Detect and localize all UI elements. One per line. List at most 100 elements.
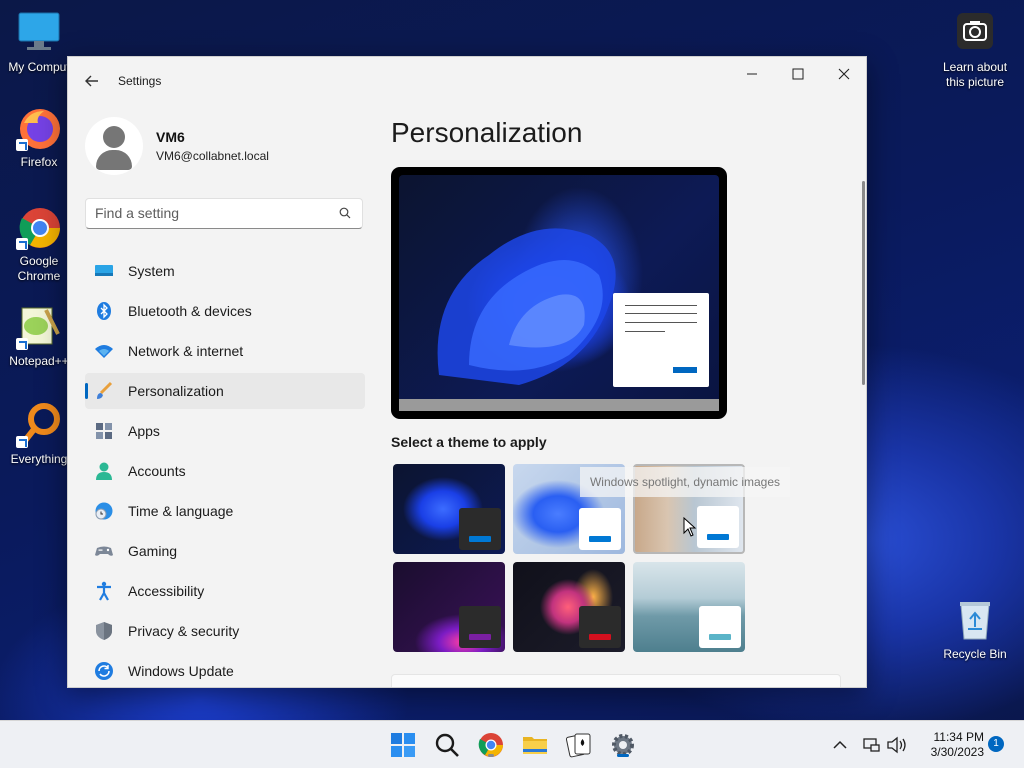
page-title: Personalization [391, 117, 583, 148]
start-button[interactable] [388, 730, 418, 760]
taskbar-clock[interactable]: 11:34 PM 3/30/2023 [918, 730, 984, 760]
sidebar-item-system[interactable]: System [85, 253, 365, 289]
avatar-body-icon [96, 150, 132, 170]
maximize-button[interactable] [775, 61, 821, 93]
sidebar-item-gaming[interactable]: Gaming [85, 533, 365, 569]
search-box[interactable] [85, 198, 363, 229]
show-hidden-icons-button[interactable] [830, 730, 850, 760]
preview-taskbar [399, 399, 719, 411]
theme-accent [469, 634, 491, 640]
sidebar-item-label: Accessibility [128, 583, 205, 599]
minimize-button[interactable] [729, 61, 775, 93]
camera-icon [952, 10, 998, 56]
monitor-icon [16, 10, 62, 56]
sidebar-item-privacy-security[interactable]: Privacy & security [85, 613, 365, 649]
volume-tray-button[interactable] [886, 730, 908, 760]
shortcut-arrow-icon [16, 338, 28, 350]
close-button[interactable] [821, 61, 866, 93]
theme-mini-window [579, 508, 621, 550]
shield-icon [96, 622, 112, 640]
sidebar-item-label: Privacy & security [128, 623, 240, 639]
taskbar-file-explorer-button[interactable] [520, 730, 550, 760]
notification-badge[interactable]: 1 [988, 736, 1004, 752]
sidebar-item-label: Personalization [128, 383, 224, 399]
sidebar-item-accessibility[interactable]: Accessibility [85, 573, 365, 609]
clock-time: 11:34 PM [933, 730, 984, 744]
theme-preview [391, 167, 727, 419]
recycle-bin-icon [952, 597, 998, 643]
wifi-icon [95, 345, 113, 358]
settings-window: Settings VM6 VM6@collabnet.local System … [67, 56, 867, 688]
running-indicator [488, 754, 494, 757]
title-bar[interactable]: Settings [68, 57, 866, 105]
sidebar-item-label: Time & language [128, 503, 234, 519]
theme-accent [709, 634, 731, 640]
folder-icon [523, 737, 547, 754]
sidebar-item-windows-update[interactable]: Windows Update [85, 653, 365, 687]
sidebar-item-time-language[interactable]: Time & language [85, 493, 365, 529]
taskbar-settings-button[interactable] [608, 730, 638, 760]
network-tray-button[interactable] [862, 730, 882, 760]
sidebar-item-label: Apps [128, 423, 160, 439]
sidebar-item-label: Accounts [128, 463, 186, 479]
theme-accent [707, 534, 729, 540]
sidebar-item-label: Bluetooth & devices [128, 303, 252, 319]
notepad-plus-plus-icon [16, 304, 62, 350]
taskbar-solitaire-button[interactable] [564, 730, 594, 760]
window-title: Settings [118, 74, 162, 88]
network-icon [863, 738, 880, 752]
sidebar-item-personalization[interactable]: Personalization [85, 373, 365, 409]
theme-mini-window [459, 508, 501, 550]
theme-captured-motion[interactable] [513, 562, 625, 652]
content-scrollbar[interactable] [862, 181, 865, 385]
avatar-head-icon [103, 126, 125, 148]
close-icon [838, 68, 850, 80]
desktop-icon-learn-about-picture[interactable]: Learn about this picture [936, 10, 1014, 90]
theme-accent [589, 536, 611, 542]
maximize-icon [792, 68, 804, 80]
sidebar-item-apps[interactable]: Apps [85, 413, 365, 449]
avatar[interactable] [85, 117, 143, 175]
theme-mini-window [459, 606, 501, 648]
sidebar-item-network[interactable]: Network & internet [85, 333, 365, 369]
preview-line [625, 313, 697, 314]
shortcut-arrow-icon [16, 238, 28, 250]
themes-section-label: Select a theme to apply [391, 434, 547, 450]
user-name: VM6 [156, 129, 185, 145]
theme-accent [469, 536, 491, 542]
preview-line [625, 331, 665, 332]
shortcut-arrow-icon [16, 139, 28, 151]
preview-line [625, 322, 697, 323]
theme-glow[interactable] [393, 562, 505, 652]
active-indicator [617, 754, 629, 757]
desktop-icon-recycle-bin[interactable]: Recycle Bin [936, 597, 1014, 662]
mouse-cursor-icon [683, 517, 697, 537]
sidebar-item-bluetooth[interactable]: Bluetooth & devices [85, 293, 365, 329]
sidebar-item-accounts[interactable]: Accounts [85, 453, 365, 489]
update-icon [95, 662, 113, 680]
taskbar: 11:34 PM 3/30/2023 [0, 720, 1024, 768]
chevron-up-icon [833, 740, 847, 749]
desktop-icon-label: Learn about this picture [942, 60, 1008, 89]
theme-tooltip: Windows spotlight, dynamic images [580, 467, 790, 497]
back-arrow-icon [85, 75, 98, 87]
windows-logo-icon [391, 733, 415, 757]
sidebar-item-label: Network & internet [128, 343, 244, 359]
taskbar-search-button[interactable] [432, 730, 462, 760]
search-input[interactable] [95, 205, 325, 221]
shortcut-arrow-icon [16, 436, 28, 448]
preview-window [613, 293, 709, 387]
theme-windows-dark[interactable] [393, 464, 505, 554]
settings-card[interactable] [391, 674, 841, 687]
back-button[interactable] [80, 69, 104, 93]
preview-accent-button [673, 367, 697, 373]
chrome-icon [16, 204, 62, 250]
theme-mini-window [699, 606, 741, 648]
taskbar-chrome-button[interactable] [476, 730, 506, 760]
theme-mini-window [579, 606, 621, 648]
sidebar-nav: System Bluetooth & devices Network & int… [85, 253, 365, 687]
apps-icon [96, 423, 112, 439]
accounts-icon [96, 462, 112, 480]
theme-flow[interactable] [633, 562, 745, 652]
theme-mini-window [697, 506, 739, 548]
